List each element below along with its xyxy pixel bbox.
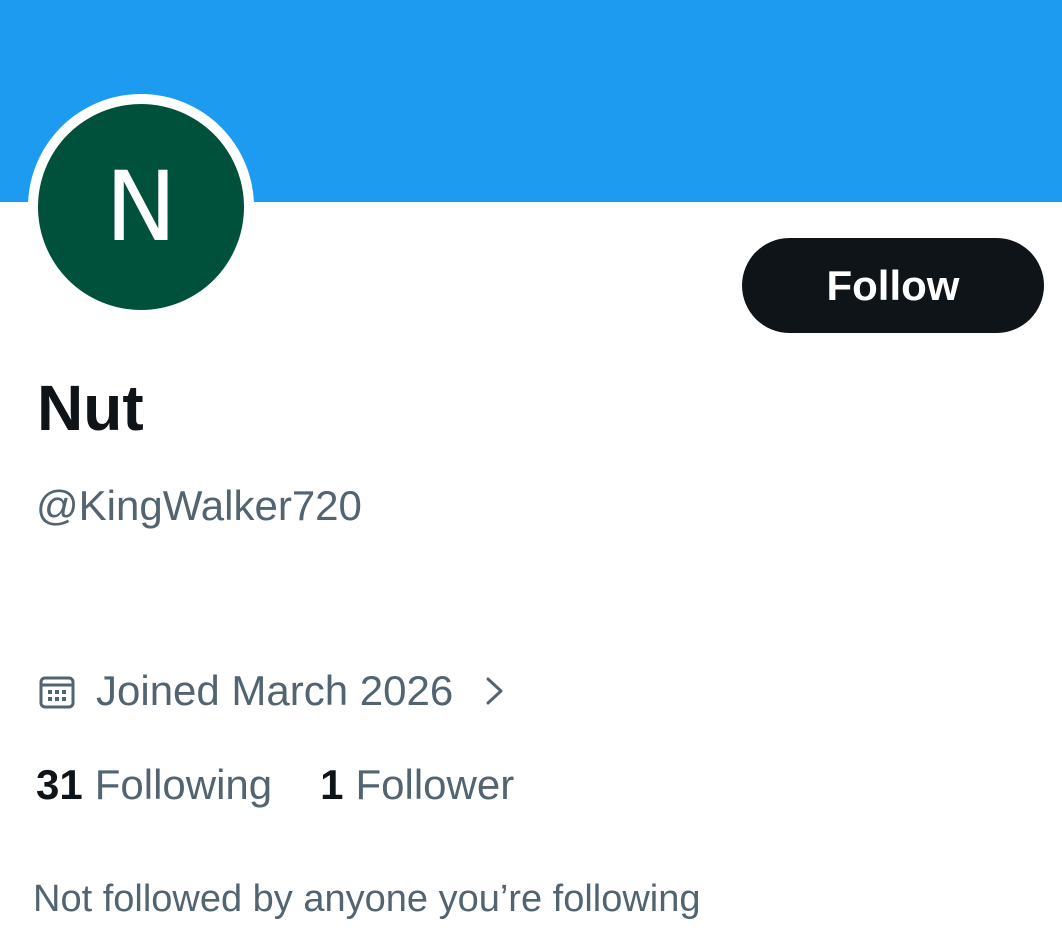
following-count: 31	[36, 761, 83, 808]
chevron-right-icon	[483, 673, 507, 709]
avatar-initial: N	[105, 151, 177, 263]
calendar-icon	[38, 672, 76, 710]
follow-button[interactable]: Follow	[742, 238, 1044, 333]
user-handle: @KingWalker720	[36, 482, 362, 529]
follow-stats: 31 Following 1 Follower	[36, 758, 514, 812]
avatar-frame[interactable]: N	[28, 94, 254, 320]
followers-count: 1	[320, 761, 344, 808]
following-stat[interactable]: 31 Following	[36, 761, 272, 809]
profile-page: N Follow Nut @KingWalker720 Joined March…	[0, 0, 1062, 935]
joined-date-text: Joined March 2026	[96, 667, 454, 714]
mutual-followers-note: Not followed by anyone you’re following	[33, 878, 701, 920]
following-label: Following	[94, 761, 273, 808]
avatar[interactable]: N	[38, 104, 244, 310]
display-name: Nut	[37, 372, 144, 444]
followers-stat[interactable]: 1 Follower	[320, 761, 514, 809]
followers-label: Follower	[355, 761, 515, 808]
joined-date-row[interactable]: Joined March 2026	[38, 665, 507, 717]
